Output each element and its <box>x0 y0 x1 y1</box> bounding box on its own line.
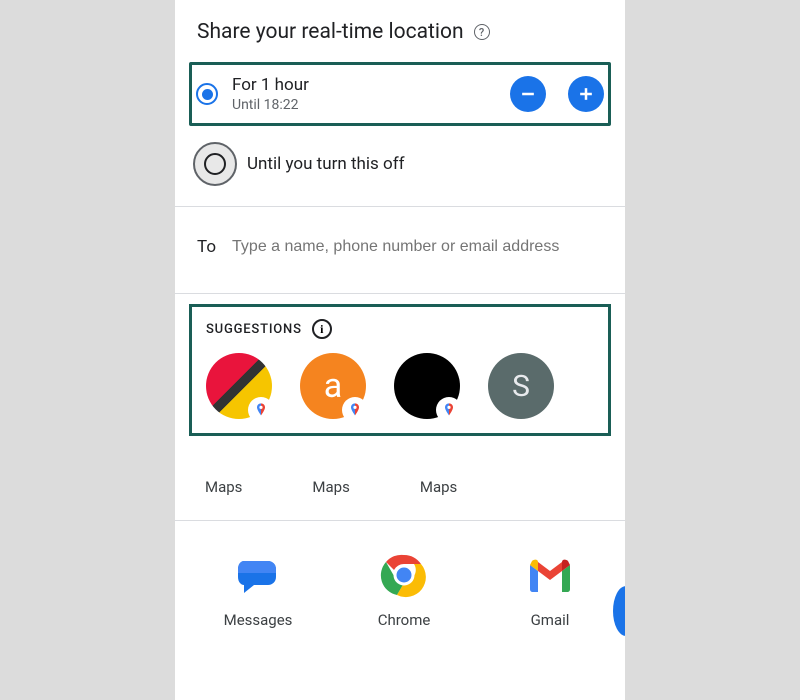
duration-timed-labels: For 1 hour Until 18:22 <box>232 75 488 113</box>
app-label: Maps <box>420 478 457 496</box>
suggested-contact[interactable] <box>206 353 272 419</box>
help-icon[interactable]: ? <box>474 24 490 40</box>
share-app-chrome[interactable]: Chrome <box>349 549 459 629</box>
duration-option-indefinite[interactable]: Until you turn this off <box>175 132 625 196</box>
app-label: Maps <box>312 478 349 496</box>
share-location-sheet: Share your real-time location ? For 1 ho… <box>175 0 625 700</box>
suggested-contact[interactable]: S <box>488 353 554 419</box>
duration-indefinite-label: Until you turn this off <box>247 154 611 174</box>
suggestions-heading: SUGGESTIONS <box>206 322 302 337</box>
recipient-input[interactable] <box>232 238 603 256</box>
chrome-icon <box>378 549 430 601</box>
sheet-title-row: Share your real-time location ? <box>175 0 625 62</box>
minus-icon <box>518 84 538 104</box>
recipient-row: To <box>175 207 625 283</box>
app-label: Maps <box>205 478 242 496</box>
divider <box>175 293 625 294</box>
share-app-messages[interactable]: Messages <box>203 549 313 629</box>
maps-badge-icon <box>436 397 462 423</box>
radio-selected-icon <box>196 83 218 105</box>
to-label: To <box>197 237 216 257</box>
suggestions-row: a S <box>202 353 598 419</box>
suggestions-highlight: SUGGESTIONS i a S <box>189 304 611 436</box>
share-apps-row: Messages Chrome <box>175 521 625 629</box>
info-icon[interactable]: i <box>312 319 332 339</box>
share-app-label: Chrome <box>378 611 431 629</box>
suggestions-header: SUGGESTIONS i <box>206 319 598 339</box>
messages-icon <box>232 549 284 601</box>
increase-duration-button[interactable] <box>568 76 604 112</box>
duration-option-timed[interactable]: For 1 hour Until 18:22 <box>192 65 608 123</box>
duration-timed-until: Until 18:22 <box>232 97 488 113</box>
maps-badge-icon <box>342 397 368 423</box>
sheet-title: Share your real-time location <box>197 20 464 44</box>
app-labels-row: Maps Maps Maps <box>175 436 625 510</box>
avatar-initial: S <box>512 369 530 404</box>
share-app-label: Messages <box>224 611 293 629</box>
duration-timed-label: For 1 hour <box>232 75 488 95</box>
decrease-duration-button[interactable] <box>510 76 546 112</box>
gmail-icon <box>524 549 576 601</box>
share-app-label: Gmail <box>531 611 570 629</box>
share-app-gmail[interactable]: Gmail <box>495 549 605 629</box>
duration-indefinite-labels: Until you turn this off <box>247 154 611 174</box>
plus-icon <box>576 84 596 104</box>
maps-badge-icon <box>248 397 274 423</box>
radio-unselected-icon <box>193 142 237 186</box>
avatar-initial: a <box>324 366 343 406</box>
duration-timed-highlight: For 1 hour Until 18:22 <box>189 62 611 126</box>
suggested-contact[interactable] <box>394 353 460 419</box>
suggested-contact[interactable]: a <box>300 353 366 419</box>
